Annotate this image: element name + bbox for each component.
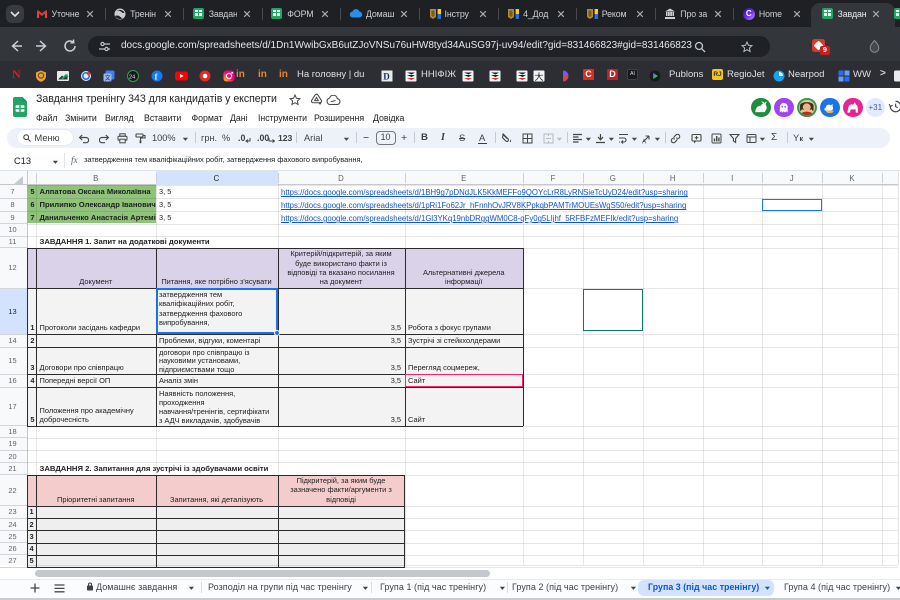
svg-text:f: f [155,72,158,82]
svg-text:文: 文 [105,74,111,82]
svg-text:D: D [383,72,390,82]
svg-text:24: 24 [129,74,135,80]
svg-text:A: A [642,138,647,144]
svg-text:大: 大 [535,71,544,82]
